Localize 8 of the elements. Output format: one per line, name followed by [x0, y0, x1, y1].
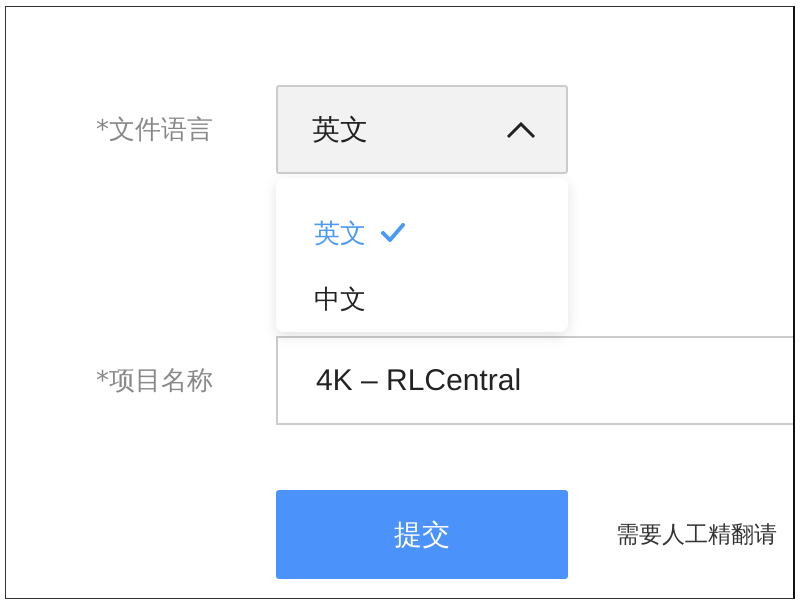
project-name-field[interactable]: 4K – RLCentral: [276, 336, 793, 425]
field-label: *文件语言: [96, 114, 214, 147]
language-select[interactable]: 英文: [276, 85, 568, 174]
field-label: *项目名称: [96, 365, 214, 398]
note-text: 需要人工精翻请: [616, 521, 777, 550]
check-icon: [380, 222, 406, 244]
caret-icon: [506, 120, 536, 138]
dropdown-option[interactable]: 中文: [276, 266, 568, 332]
